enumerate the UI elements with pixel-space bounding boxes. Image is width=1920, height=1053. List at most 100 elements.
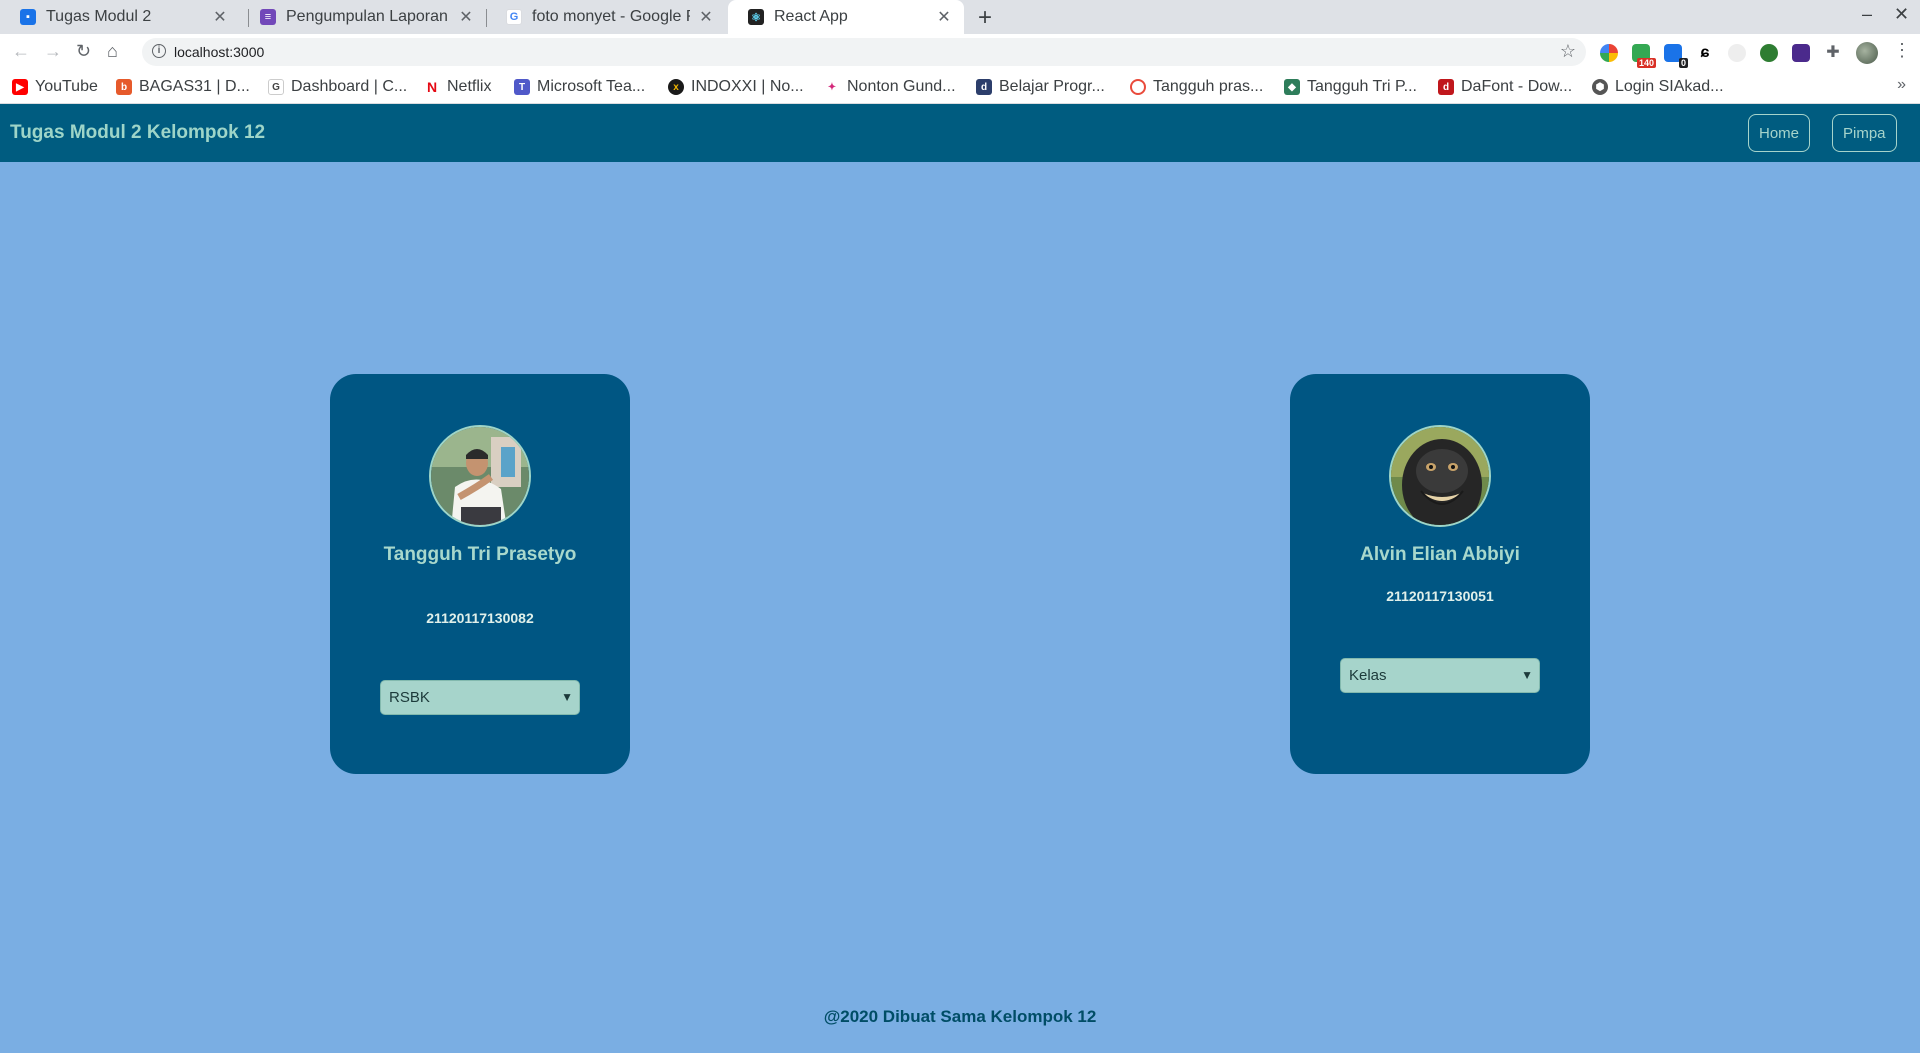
home-icon[interactable]: ⌂ (107, 41, 118, 62)
bookmark-label: Microsoft Tea... (537, 78, 646, 95)
extension-badge: 0 (1678, 58, 1688, 68)
dashboard-icon: G (268, 79, 284, 95)
chevron-down-icon: ▼ (1521, 668, 1533, 682)
google-icon: G (506, 9, 522, 25)
youtube-icon: ▶ (12, 79, 28, 95)
extension-icon[interactable]: 140 (1632, 44, 1656, 68)
close-icon[interactable]: ✕ (934, 7, 954, 27)
bookmark-item[interactable]: N Netflix (424, 78, 491, 96)
indoxxi-icon: x (668, 79, 684, 95)
google-classroom-icon: ▪ (20, 9, 36, 25)
bookmark-label: Belajar Progr... (999, 78, 1105, 95)
member-name: Tangguh Tri Prasetyo (383, 544, 577, 565)
member-nim: 21120117130082 (426, 610, 534, 626)
bookmark-label: DaFont - Dow... (1461, 78, 1573, 95)
bookmark-label: Netflix (447, 78, 492, 95)
dafont-icon: d (1438, 79, 1454, 95)
select-value: RSBK (389, 689, 430, 706)
pimpa-button[interactable]: Pimpa (1832, 114, 1897, 152)
bookmark-item[interactable]: ✦ Nonton Gund... (824, 78, 956, 96)
class-select[interactable]: Kelas ▼ (1340, 658, 1540, 693)
bookmark-item[interactable]: Tangguh pras... (1130, 78, 1263, 96)
bookmarks-bar: ▶ YouTube b BAGAS31 | D... G Dashboard | C.… (0, 70, 1920, 104)
bookmark-star-icon[interactable]: ☆ (1560, 41, 1576, 62)
back-icon[interactable]: ← (12, 41, 30, 62)
course-select[interactable]: RSBK ▼ (380, 680, 580, 715)
bookmark-label: Tangguh pras... (1153, 78, 1264, 95)
bookmark-item[interactable]: b BAGAS31 | D... (116, 78, 250, 96)
extension-icon[interactable] (1792, 44, 1810, 62)
browser-tab[interactable]: G foto monyet - Google Pe ✕ (486, 0, 726, 34)
avatar (429, 425, 531, 527)
bookmark-item[interactable]: d DaFont - Dow... (1438, 78, 1572, 96)
bookmark-item[interactable]: x INDOXXI | No... (668, 78, 804, 96)
minimize-icon[interactable]: – (1862, 4, 1872, 25)
react-icon: ⚛ (748, 9, 764, 25)
page-footer: @2020 Dibuat Sama Kelompok 12 (823, 1007, 1097, 1026)
profile-avatar[interactable] (1856, 42, 1878, 64)
reload-icon[interactable]: ↻ (76, 41, 91, 62)
close-icon[interactable]: ✕ (210, 7, 230, 27)
member-card: Tangguh Tri Prasetyo 21120117130082 RSBK… (330, 374, 630, 774)
site-icon: ◆ (1284, 79, 1300, 95)
microsoft-teams-icon: T (514, 79, 530, 95)
bagas31-icon: b (116, 79, 132, 95)
bookmark-label: BAGAS31 | D... (139, 78, 250, 95)
tab-title: React App (774, 8, 848, 25)
puzzle-icon[interactable]: ✚ (1824, 44, 1842, 62)
bookmark-label: Dashboard | C... (291, 78, 408, 95)
gundam-icon: ✦ (824, 79, 840, 95)
bookmark-item[interactable]: ◆ Tangguh Tri P... (1284, 78, 1417, 96)
tab-title: Pengumpulan Laporan Tu (286, 8, 450, 25)
member-name: Alvin Elian Abbiyi (1360, 544, 1520, 565)
bookmark-label: Tangguh Tri P... (1307, 78, 1417, 95)
close-icon[interactable]: ✕ (696, 7, 716, 27)
extension-icon[interactable] (1728, 44, 1746, 62)
extension-icon[interactable]: 0 (1664, 44, 1688, 68)
close-icon[interactable]: ✕ (456, 7, 476, 27)
info-icon[interactable]: i (152, 44, 166, 58)
menu-icon[interactable]: ⋮ (1893, 40, 1911, 61)
member-card: Alvin Elian Abbiyi 21120117130051 Kelas … (1290, 374, 1590, 774)
google-forms-icon: ≡ (260, 9, 276, 25)
monkey-photo (1391, 427, 1489, 525)
tab-title: Tugas Modul 2 (46, 8, 152, 25)
chevron-down-icon: ▼ (561, 690, 573, 704)
extension-icon[interactable] (1760, 44, 1778, 62)
person-photo (431, 427, 529, 525)
app-navbar: Tugas Modul 2 Kelompok 12 Home Pimpa (0, 104, 1920, 162)
close-window-icon[interactable]: ✕ (1894, 4, 1909, 25)
tab-title: foto monyet - Google Pe (532, 8, 690, 25)
url-text[interactable]: localhost:3000 (174, 44, 264, 60)
siakad-icon: ⬢ (1592, 79, 1608, 95)
address-bar[interactable]: i localhost:3000 ☆ (142, 38, 1586, 66)
bookmark-item[interactable]: ▶ YouTube (12, 78, 98, 96)
bookmark-item[interactable]: T Microsoft Tea... (514, 78, 645, 96)
browser-tab[interactable]: ▪ Tugas Modul 2 ✕ (0, 0, 240, 34)
member-nim: 21120117130051 (1386, 588, 1494, 604)
gnome-icon[interactable]: ɕ (1696, 44, 1714, 62)
browser-toolbar: ← → ↻ ⌂ i localhost:3000 ☆ 140 0 ɕ ✚ ⋮ (0, 34, 1920, 70)
new-tab-icon[interactable]: + (978, 4, 992, 32)
more-bookmarks-icon[interactable]: » (1897, 76, 1906, 94)
extension-badge: 140 (1636, 58, 1656, 68)
bookmark-label: YouTube (35, 78, 98, 95)
bookmark-label: Nonton Gund... (847, 78, 956, 95)
bookmark-item[interactable]: G Dashboard | C... (268, 78, 407, 96)
browser-tab-active[interactable]: ⚛ React App ✕ (728, 0, 964, 34)
extension-icon[interactable] (1600, 44, 1618, 62)
netflix-icon: N (424, 79, 440, 95)
select-value: Kelas (1349, 667, 1387, 684)
browser-tab[interactable]: ≡ Pengumpulan Laporan Tu ✕ (240, 0, 486, 34)
browser-tab-bar: ▪ Tugas Modul 2 ✕ ≡ Pengumpulan Laporan … (0, 0, 1920, 34)
home-button[interactable]: Home (1748, 114, 1811, 152)
bookmark-label: Login SIAkad... (1615, 78, 1724, 95)
brand-title[interactable]: Tugas Modul 2 Kelompok 12 (10, 122, 265, 144)
forward-icon[interactable]: → (44, 41, 62, 62)
dicoding-icon: d (976, 79, 992, 95)
bookmark-item[interactable]: ⬢ Login SIAkad... (1592, 78, 1724, 96)
avatar (1389, 425, 1491, 527)
ring-icon (1130, 79, 1146, 95)
bookmark-label: INDOXXI | No... (691, 78, 804, 95)
bookmark-item[interactable]: d Belajar Progr... (976, 78, 1105, 96)
